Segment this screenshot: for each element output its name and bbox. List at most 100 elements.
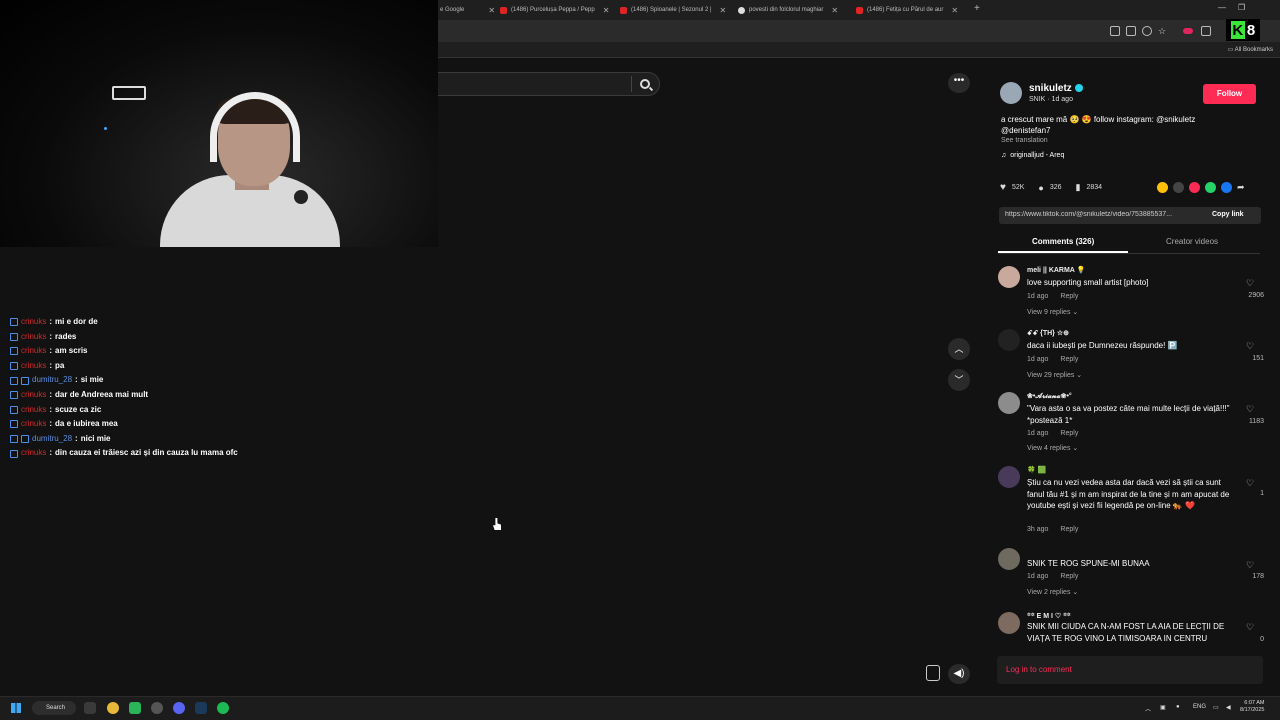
chat-badge-icon	[10, 332, 18, 341]
close-icon[interactable]: ✕	[603, 6, 610, 15]
view-replies-button[interactable]: View 4 replies ⌄	[1027, 444, 1078, 452]
folder-icon: ▭	[1227, 47, 1235, 53]
previous-video-button[interactable]: ︿	[948, 338, 970, 360]
chat-username: crinuks	[21, 448, 47, 458]
view-replies-button[interactable]: View 2 replies ⌄	[1027, 588, 1078, 596]
minimize-icon[interactable]: —	[1218, 3, 1226, 12]
chat-username: crinuks	[21, 389, 47, 399]
star-icon[interactable]: ☆	[1158, 26, 1168, 36]
spotify-icon[interactable]	[217, 702, 229, 714]
reply-button[interactable]: Reply	[1060, 526, 1078, 533]
chat-message: crinuks: dar de Andreea mai mult	[10, 388, 430, 403]
close-icon[interactable]: ✕	[720, 6, 727, 15]
reply-button[interactable]: Reply	[1060, 430, 1078, 437]
avatar[interactable]	[998, 612, 1020, 634]
volume-button[interactable]: ◀)	[948, 664, 970, 684]
view-replies-button[interactable]: View 9 replies ⌄	[1027, 308, 1078, 316]
close-icon[interactable]: ✕	[831, 6, 838, 15]
send-icon[interactable]	[1189, 182, 1200, 193]
new-tab-button[interactable]: +	[974, 3, 980, 14]
taskbar-search[interactable]: Search	[32, 701, 76, 715]
whatsapp-icon[interactable]	[1205, 182, 1216, 193]
follow-button[interactable]: Follow	[1203, 84, 1256, 104]
copy-link-button[interactable]: Copy link	[1212, 211, 1244, 218]
search-icon[interactable]	[640, 79, 650, 89]
heart-icon[interactable]: ♡	[1246, 341, 1254, 352]
avatar[interactable]	[998, 548, 1020, 570]
avatar[interactable]	[998, 392, 1020, 414]
youtube-icon	[500, 6, 507, 14]
more-options-button[interactable]: •••	[948, 73, 970, 93]
heart-icon[interactable]: ♡	[1246, 622, 1254, 633]
browser-tab[interactable]: (1486) Fetița cu Părul de aur ✕	[856, 3, 958, 17]
heart-icon[interactable]: ♡	[1246, 478, 1254, 489]
clock[interactable]: 6:07 AM 8/17/2025	[1240, 700, 1264, 714]
all-bookmarks[interactable]: ▭ All Bookmarks	[1228, 46, 1273, 53]
facebook-icon[interactable]	[1221, 182, 1232, 193]
like-button[interactable]: ♥ 52K	[1000, 182, 1024, 193]
chat-badge-icon	[10, 347, 18, 356]
reply-button[interactable]: Reply	[1060, 293, 1078, 300]
browser-tab[interactable]: e Google ✕	[440, 3, 495, 17]
close-icon[interactable]: ✕	[951, 6, 958, 15]
tab-comments[interactable]: Comments (326)	[1032, 237, 1094, 246]
cast-icon[interactable]	[1110, 26, 1120, 36]
screen: e Google ✕ (1486) Purcelușa Peppa / Pepp…	[0, 0, 1280, 720]
volume-icon[interactable]: ◀	[1226, 704, 1231, 711]
login-to-comment-link[interactable]: Log in to comment	[1006, 665, 1072, 674]
see-translation-link[interactable]: See translation	[1001, 137, 1048, 144]
extension-icon[interactable]	[1183, 28, 1193, 34]
obs-icon[interactable]	[151, 702, 163, 714]
sound-link[interactable]: ♫ originalljud - Areq	[1001, 152, 1064, 159]
reply-button[interactable]: Reply	[1060, 356, 1078, 363]
author-avatar[interactable]	[1000, 82, 1022, 104]
chat-message: crinuks: pa	[10, 359, 430, 374]
extensions-icon[interactable]	[1201, 26, 1211, 36]
heart-icon: ♥	[1000, 182, 1006, 193]
translate-icon[interactable]	[1126, 26, 1136, 36]
language-indicator[interactable]: ENG	[1193, 704, 1206, 710]
view-replies-button[interactable]: View 29 replies ⌄	[1027, 371, 1082, 379]
tray-arrow-icon[interactable]: ︿	[1145, 704, 1151, 713]
avatar[interactable]	[998, 466, 1020, 488]
tab-creator-videos[interactable]: Creator videos	[1166, 237, 1218, 246]
network-icon[interactable]: ▣	[1160, 704, 1166, 711]
embed-icon[interactable]	[1173, 182, 1184, 193]
file-explorer-icon[interactable]	[84, 702, 96, 714]
steam-icon[interactable]	[195, 702, 207, 714]
restore-icon[interactable]: ❐	[1238, 3, 1245, 12]
chat-username: crinuks	[21, 331, 47, 341]
avatar[interactable]	[998, 329, 1020, 351]
chat-username: dumitru_28	[32, 375, 73, 385]
save-button[interactable]: ▮ 2834	[1076, 182, 1103, 193]
close-icon[interactable]: ✕	[488, 6, 495, 15]
app-icon[interactable]	[129, 702, 141, 714]
heart-icon[interactable]: ♡	[1246, 404, 1254, 415]
coin-icon[interactable]	[1157, 182, 1168, 193]
discord-icon[interactable]	[173, 702, 185, 714]
search-input[interactable]	[438, 72, 660, 96]
picture-in-picture-icon[interactable]	[926, 665, 940, 681]
bookmarks-bar	[438, 42, 1280, 58]
share-arrow-icon[interactable]: ➦	[1237, 182, 1248, 193]
avatar[interactable]	[998, 266, 1020, 288]
wifi-icon[interactable]: ▭	[1213, 704, 1219, 711]
author-name[interactable]: snikuletz	[1029, 83, 1083, 94]
reply-button[interactable]: Reply	[1060, 573, 1078, 580]
browser-tab[interactable]: (1486) Purcelușa Peppa / Pepp ✕	[500, 3, 609, 17]
heart-icon[interactable]: ♡	[1246, 278, 1254, 289]
chat-text: nici mie	[80, 433, 111, 443]
heart-icon[interactable]: ♡	[1246, 560, 1254, 571]
bookmark-icon: ▮	[1075, 182, 1081, 192]
browser-tab[interactable]: (1486) Spioanele | Sezonul 2 | ✕	[620, 3, 726, 17]
verified-icon	[1074, 84, 1083, 93]
chat-badge-icon	[10, 362, 18, 371]
video-link[interactable]: https://www.tiktok.com/@snikuletz/video/…	[1005, 211, 1205, 218]
comment-button[interactable]: ● 326	[1038, 183, 1061, 193]
zoom-icon[interactable]	[1142, 26, 1152, 36]
next-video-button[interactable]: ﹀	[948, 369, 970, 391]
mic-icon[interactable]: ●	[1176, 704, 1180, 710]
chrome-icon[interactable]	[107, 702, 119, 714]
browser-tab[interactable]: povesti din folclorul maghiar ✕	[738, 3, 838, 17]
windows-start-icon[interactable]	[11, 703, 21, 713]
